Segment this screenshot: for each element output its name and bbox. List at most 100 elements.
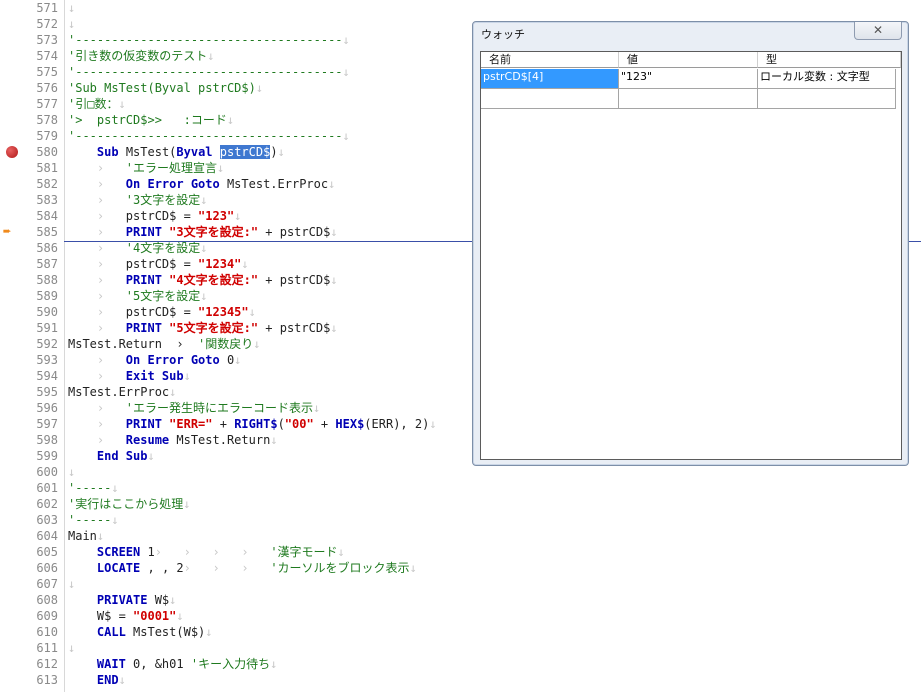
- code-text[interactable]: '-------------------------------------↓: [68, 64, 350, 80]
- code-text[interactable]: › '5文字を設定↓: [68, 288, 208, 304]
- code-token: + pstrCD$: [258, 321, 331, 335]
- code-text[interactable]: › PRINT "5文字を設定:" + pstrCD$↓: [68, 320, 338, 336]
- watch-cell-name-empty[interactable]: [481, 89, 619, 109]
- line-number: 585: [36, 225, 58, 239]
- code-text[interactable]: Sub MsTest(Byval pstrCD$)↓: [68, 144, 285, 160]
- code-line[interactable]: 609 W$ = "0001"↓: [0, 608, 921, 624]
- line-number: 607: [36, 577, 58, 591]
- code-text[interactable]: ↓: [68, 640, 75, 656]
- code-text[interactable]: '引き数の仮変数のテスト↓: [68, 48, 214, 64]
- code-text[interactable]: End Sub↓: [68, 448, 155, 464]
- code-token: ›: [68, 417, 126, 431]
- code-token: Exit Sub: [125, 369, 184, 383]
- code-text[interactable]: MsTest.ErrProc↓: [68, 384, 176, 400]
- code-token: Resume: [125, 433, 170, 447]
- code-line[interactable]: 610 CALL MsTest(W$)↓: [0, 624, 921, 640]
- code-text[interactable]: '-------------------------------------↓: [68, 32, 350, 48]
- code-text[interactable]: '引□数：↓: [68, 96, 126, 112]
- column-header-name[interactable]: 名前: [481, 52, 619, 68]
- code-token: ↓: [342, 65, 350, 79]
- column-header-type[interactable]: 型: [758, 52, 901, 68]
- code-text[interactable]: CALL MsTest(W$)↓: [68, 624, 213, 640]
- line-number: 576: [36, 81, 58, 95]
- line-number: 590: [36, 305, 58, 319]
- code-text[interactable]: ↓: [68, 16, 75, 32]
- code-text[interactable]: › On Error Goto 0↓: [68, 352, 242, 368]
- code-text[interactable]: ↓: [68, 576, 75, 592]
- code-text[interactable]: '実行はここから処理↓: [68, 496, 190, 512]
- code-text[interactable]: › pstrCD$ = "12345"↓: [68, 304, 256, 320]
- code-text[interactable]: ↓: [68, 0, 75, 16]
- watch-cell-value-empty[interactable]: [619, 89, 758, 109]
- close-icon[interactable]: ✕: [854, 22, 902, 40]
- code-line[interactable]: 602 '実行はここから処理↓: [0, 496, 921, 512]
- code-text[interactable]: › pstrCD$ = "123"↓: [68, 208, 242, 224]
- code-token: "3文字を設定:": [169, 225, 259, 239]
- code-text[interactable]: › PRINT "3文字を設定:" + pstrCD$↓: [68, 224, 338, 240]
- code-token: ↓: [217, 161, 225, 175]
- code-token: '-------------------------------------: [68, 129, 343, 143]
- code-line[interactable]: 607 ↓: [0, 576, 921, 592]
- watch-cell-value[interactable]: "123": [619, 69, 758, 89]
- code-text[interactable]: Main↓: [68, 528, 104, 544]
- code-text[interactable]: › PRINT "ERR=" + RIGHT$("00" + HEX$(ERR)…: [68, 416, 437, 432]
- code-text[interactable]: 'Sub MsTest(Byval pstrCD$)↓: [68, 80, 263, 96]
- code-text[interactable]: '> pstrCD$>> :コード↓: [68, 112, 234, 128]
- code-text[interactable]: END↓: [68, 672, 126, 688]
- code-text[interactable]: › Resume MsTest.Return↓: [68, 432, 278, 448]
- watch-cell-name[interactable]: pstrCD$[4]: [481, 69, 619, 89]
- code-line[interactable]: 613 END↓: [0, 672, 921, 688]
- code-token: '実行はここから処理: [68, 497, 184, 511]
- code-line[interactable]: 604 Main↓: [0, 528, 921, 544]
- code-token: WAIT: [96, 657, 126, 671]
- code-text[interactable]: › pstrCD$ = "1234"↓: [68, 256, 249, 272]
- code-text[interactable]: › PRINT "4文字を設定:" + pstrCD$↓: [68, 272, 338, 288]
- code-text[interactable]: › 'エラー発生時にエラーコード表示↓: [68, 400, 320, 416]
- code-text[interactable]: '-----↓: [68, 512, 119, 528]
- watch-table[interactable]: 名前 値 型 pstrCD$[4] "123" ローカル変数 : 文字型: [480, 51, 902, 460]
- code-line[interactable]: 571 ↓: [0, 0, 921, 16]
- column-header-value[interactable]: 値: [619, 52, 758, 68]
- code-text[interactable]: '-----↓: [68, 480, 119, 496]
- code-text[interactable]: › '3文字を設定↓: [68, 192, 208, 208]
- code-line[interactable]: 612 WAIT 0, &h01 'キー入力待ち↓: [0, 656, 921, 672]
- code-text[interactable]: › '4文字を設定↓: [68, 240, 208, 256]
- code-line[interactable]: 608 PRIVATE W$↓: [0, 592, 921, 608]
- code-token: ↓: [429, 417, 437, 431]
- code-token: ›: [68, 273, 126, 287]
- code-token: ↓: [169, 385, 177, 399]
- code-text[interactable]: ↓: [68, 464, 75, 480]
- code-line[interactable]: 606 LOCATE , , 2› › › 'カーソルをブロック表示↓: [0, 560, 921, 576]
- line-number: 593: [36, 353, 58, 367]
- code-text[interactable]: '-------------------------------------↓: [68, 128, 350, 144]
- code-line[interactable]: 605 SCREEN 1› › › › '漢字モード↓: [0, 544, 921, 560]
- code-text[interactable]: W$ = "0001"↓: [68, 608, 184, 624]
- code-text[interactable]: › Exit Sub↓: [68, 368, 191, 384]
- code-token: ›: [68, 305, 126, 319]
- line-number: 601: [36, 481, 58, 495]
- code-text[interactable]: › On Error Goto MsTest.ErrProc↓: [68, 176, 335, 192]
- code-text[interactable]: LOCATE , , 2› › › 'カーソルをブロック表示↓: [68, 560, 417, 576]
- code-token: ↓: [226, 113, 235, 127]
- code-text[interactable]: › 'エラー処理宣言↓: [68, 160, 224, 176]
- watch-window[interactable]: ウォッチ ✕ 名前 値 型 pstrCD$[4] "123" ローカル変数 : …: [472, 21, 909, 466]
- code-text[interactable]: MsTest.Return › '関数戻り↓: [68, 336, 261, 352]
- code-token: ›: [68, 257, 126, 271]
- code-line[interactable]: 603 '-----↓: [0, 512, 921, 528]
- code-token: CALL: [96, 625, 126, 639]
- code-token: ↓: [200, 241, 208, 255]
- code-token: 'エラー処理宣言: [125, 161, 218, 175]
- code-line[interactable]: 600 ↓: [0, 464, 921, 480]
- code-token: ↓: [342, 129, 350, 143]
- line-number: 573: [36, 33, 58, 47]
- code-line[interactable]: 611 ↓: [0, 640, 921, 656]
- code-line[interactable]: 601 '-----↓: [0, 480, 921, 496]
- line-number: 596: [36, 401, 58, 415]
- code-token: '引き数の仮変数のテスト: [68, 49, 208, 63]
- code-text[interactable]: WAIT 0, &h01 'キー入力待ち↓: [68, 656, 277, 672]
- code-text[interactable]: PRIVATE W$↓: [68, 592, 177, 608]
- code-text[interactable]: SCREEN 1› › › › '漢字モード↓: [68, 544, 345, 560]
- code-token: MsTest(: [118, 145, 177, 159]
- code-token: "0001": [133, 609, 177, 623]
